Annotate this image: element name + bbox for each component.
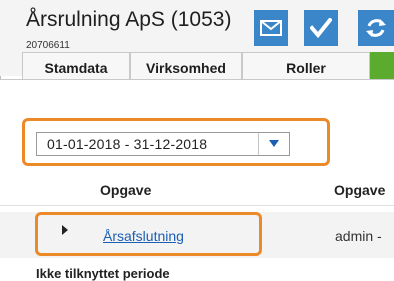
task-owner: admin - — [335, 228, 382, 244]
unassigned-period-heading: Ikke tilknyttet periode — [36, 266, 170, 281]
refresh-icon — [366, 19, 386, 37]
company-title: Årsrulning ApS (1053) — [26, 8, 232, 31]
tab-active-indicator[interactable] — [370, 52, 394, 80]
checkmark-icon — [310, 18, 332, 38]
column-header-task-2[interactable]: Opgave — [334, 182, 385, 198]
task-highlight — [35, 212, 262, 256]
refresh-button[interactable] — [358, 10, 394, 46]
company-id: 20706611 — [26, 40, 70, 51]
period-highlight — [22, 118, 330, 166]
tab-bar: Stamdata Virksomhed Roller — [0, 52, 394, 80]
approve-button[interactable] — [304, 10, 338, 46]
tab-stamdata[interactable]: Stamdata — [22, 52, 130, 79]
mail-button[interactable] — [254, 10, 288, 46]
column-header-task[interactable]: Opgave — [100, 182, 151, 198]
row-separator — [0, 205, 394, 206]
tab-roller[interactable]: Roller — [242, 52, 370, 79]
tab-virksomhed[interactable]: Virksomhed — [130, 52, 242, 79]
mail-icon — [260, 20, 282, 36]
